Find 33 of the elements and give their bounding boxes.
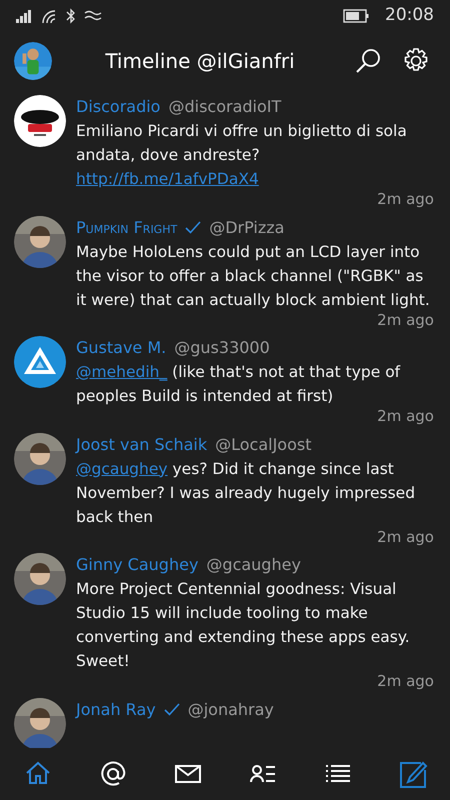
tweet-link[interactable]: http://fb.me/1afvPDaX4 (76, 170, 259, 188)
tweet-time: 2m ago (376, 671, 435, 692)
signal-icon (16, 9, 32, 23)
tweet-time: 2m ago (376, 406, 435, 427)
tweet-time: 2m ago (376, 189, 435, 210)
search-icon (354, 47, 382, 75)
tweet-text: Emiliano Picardi vi offre un biglietto di sola andata, dove andreste? http://fb.me/1afvPDaX4 (76, 121, 408, 190)
tweet-time: 2m ago (376, 526, 435, 548)
author-name[interactable]: Gustave M. (76, 336, 166, 360)
author-handle[interactable]: @gus33000 (174, 336, 270, 360)
wifi-icon (40, 8, 58, 24)
bluetooth-icon (66, 8, 76, 24)
author-name[interactable]: Discoradio (76, 95, 160, 119)
author-name[interactable]: Ginny Caughey (76, 553, 198, 577)
tweet-link[interactable]: @mehedih_ (76, 363, 168, 381)
page-title: Timeline @ilGianfri (104, 48, 296, 75)
author-name[interactable]: Joost van Schaik (76, 432, 208, 456)
author-name[interactable]: Jonah Ray (76, 698, 156, 722)
author-handle[interactable]: @gcaughey (206, 553, 301, 577)
wave-icon (84, 9, 102, 23)
tweet-text: Maybe HoloLens could put an LCD layer into the visor to offer a black channel ("RGBK" as it were) that can actually block ambient light. (76, 242, 431, 310)
author-handle[interactable]: @DrPizza (209, 216, 284, 240)
author-name[interactable]: Pumpkin Fright (76, 216, 178, 240)
author-handle[interactable]: @jonahray (188, 698, 274, 722)
battery-icon (343, 9, 369, 23)
tweet-text: More Project Centennial goodness: Visual Studio 15 will include tooling to make converting and extending these apps easy. Sweet! (76, 579, 411, 672)
tweet-text: @gcaughey yes? Did it change since last November? I was already hugely impressed back then (76, 458, 416, 528)
author-handle[interactable]: @discoradioIT (168, 95, 282, 119)
tweet-time: 2m ago (376, 310, 435, 330)
clock: 20:08 (385, 4, 434, 28)
tweet-link[interactable]: @gcaughey (76, 460, 168, 478)
tweet-text: @mehedih_ (like that's not at that type of peoples Build is intended at first) (76, 362, 402, 407)
author-handle[interactable]: @LocalJoost (215, 432, 312, 456)
